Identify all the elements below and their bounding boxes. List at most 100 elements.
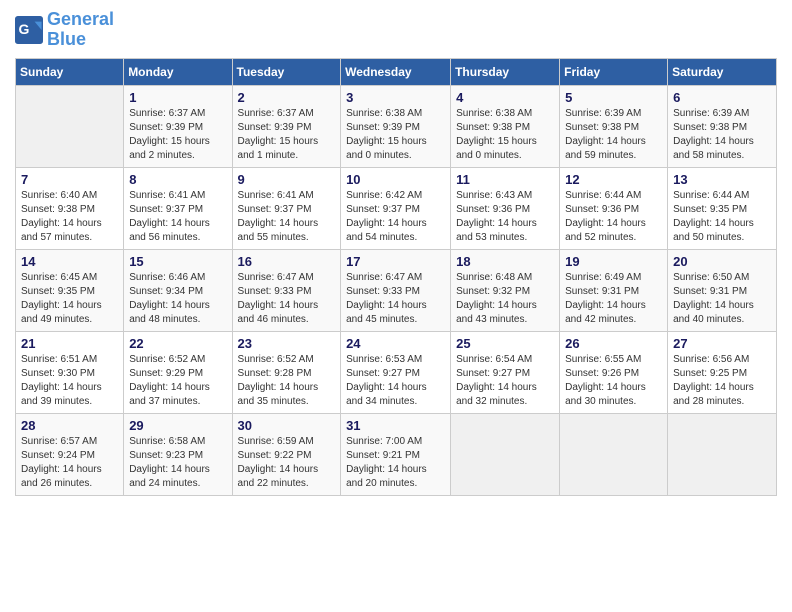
calendar-cell: 15 Sunrise: 6:46 AMSunset: 9:34 PMDayligh… [124, 249, 232, 331]
calendar-cell: 13 Sunrise: 6:44 AMSunset: 9:35 PMDayligh… [668, 167, 777, 249]
day-number: 11 [456, 172, 554, 187]
calendar-cell: 22 Sunrise: 6:52 AMSunset: 9:29 PMDayligh… [124, 331, 232, 413]
calendar-cell: 8 Sunrise: 6:41 AMSunset: 9:37 PMDaylight… [124, 167, 232, 249]
day-info: Sunrise: 6:43 AMSunset: 9:36 PMDaylight:… [456, 189, 554, 245]
calendar-cell: 5Sunrise: 6:39 AMSunset: 9:38 PMDaylight… [560, 85, 668, 167]
day-number: 14 [21, 254, 118, 269]
page-header: G GeneralBlue [15, 10, 777, 50]
day-number: 31 [346, 418, 445, 433]
day-info: Sunrise: 6:56 AMSunset: 9:25 PMDaylight:… [673, 353, 771, 409]
calendar-cell: 18Sunrise: 6:48 AMSunset: 9:32 PMDayligh… [451, 249, 560, 331]
svg-text:G: G [19, 21, 30, 37]
day-info: Sunrise: 6:37 AMSunset: 9:39 PMDaylight:… [238, 107, 336, 163]
day-number: 12 [565, 172, 662, 187]
day-number: 28 [21, 418, 118, 433]
day-info: Sunrise: 6:38 AMSunset: 9:39 PMDaylight:… [346, 107, 445, 163]
day-number: 17 [346, 254, 445, 269]
logo: G GeneralBlue [15, 10, 114, 50]
logo-icon: G [15, 16, 43, 44]
calendar-cell: 11 Sunrise: 6:43 AMSunset: 9:36 PMDayligh… [451, 167, 560, 249]
day-info: Sunrise: 6:44 AMSunset: 9:36 PMDaylight:… [565, 189, 662, 245]
calendar-cell: 2 Sunrise: 6:37 AMSunset: 9:39 PMDaylight… [232, 85, 341, 167]
day-info: Sunrise: 6:46 AMSunset: 9:34 PMDaylight:… [129, 271, 226, 327]
day-number: 21 [21, 336, 118, 351]
day-number: 10 [346, 172, 445, 187]
calendar-cell: 9 Sunrise: 6:41 AMSunset: 9:37 PMDaylight… [232, 167, 341, 249]
calendar-cell: 24 Sunrise: 6:53 AMSunset: 9:27 PMDayligh… [341, 331, 451, 413]
day-number: 20 [673, 254, 771, 269]
calendar-cell [668, 413, 777, 495]
day-header-thursday: Thursday [451, 58, 560, 85]
calendar-cell: 25Sunrise: 6:54 AMSunset: 9:27 PMDayligh… [451, 331, 560, 413]
calendar-cell [16, 85, 124, 167]
day-number: 3 [346, 90, 445, 105]
calendar-cell: 17 Sunrise: 6:47 AMSunset: 9:33 PMDayligh… [341, 249, 451, 331]
calendar-cell: 20Sunrise: 6:50 AMSunset: 9:31 PMDayligh… [668, 249, 777, 331]
day-number: 1 [129, 90, 226, 105]
day-info: Sunrise: 6:47 AMSunset: 9:33 PMDaylight:… [346, 271, 445, 327]
calendar-cell: 1 Sunrise: 6:37 AMSunset: 9:39 PMDaylight… [124, 85, 232, 167]
day-number: 4 [456, 90, 554, 105]
calendar-cell: 19 Sunrise: 6:49 AMSunset: 9:31 PMDayligh… [560, 249, 668, 331]
calendar-cell: 6 Sunrise: 6:39 AMSunset: 9:38 PMDaylight… [668, 85, 777, 167]
day-number: 13 [673, 172, 771, 187]
day-header-tuesday: Tuesday [232, 58, 341, 85]
day-info: Sunrise: 6:59 AMSunset: 9:22 PMDaylight:… [238, 435, 336, 491]
day-header-wednesday: Wednesday [341, 58, 451, 85]
day-header-monday: Monday [124, 58, 232, 85]
calendar-cell: 3 Sunrise: 6:38 AMSunset: 9:39 PMDaylight… [341, 85, 451, 167]
day-info: Sunrise: 6:55 AMSunset: 9:26 PMDaylight:… [565, 353, 662, 409]
logo-text: GeneralBlue [47, 10, 114, 50]
calendar-cell: 7Sunrise: 6:40 AMSunset: 9:38 PMDaylight… [16, 167, 124, 249]
day-info: Sunrise: 6:49 AMSunset: 9:31 PMDaylight:… [565, 271, 662, 327]
calendar-cell: 26Sunrise: 6:55 AMSunset: 9:26 PMDayligh… [560, 331, 668, 413]
calendar-cell: 28 Sunrise: 6:57 AMSunset: 9:24 PMDayligh… [16, 413, 124, 495]
day-info: Sunrise: 6:37 AMSunset: 9:39 PMDaylight:… [129, 107, 226, 163]
day-number: 30 [238, 418, 336, 433]
day-info: Sunrise: 6:51 AMSunset: 9:30 PMDaylight:… [21, 353, 118, 409]
day-header-friday: Friday [560, 58, 668, 85]
day-number: 2 [238, 90, 336, 105]
day-number: 6 [673, 90, 771, 105]
calendar-table: SundayMondayTuesdayWednesdayThursdayFrid… [15, 58, 777, 496]
calendar-cell: 21 Sunrise: 6:51 AMSunset: 9:30 PMDayligh… [16, 331, 124, 413]
calendar-cell: 29 Sunrise: 6:58 AMSunset: 9:23 PMDayligh… [124, 413, 232, 495]
day-info: Sunrise: 6:57 AMSunset: 9:24 PMDaylight:… [21, 435, 118, 491]
calendar-cell: 30 Sunrise: 6:59 AMSunset: 9:22 PMDayligh… [232, 413, 341, 495]
day-number: 16 [238, 254, 336, 269]
day-number: 7 [21, 172, 118, 187]
day-info: Sunrise: 6:47 AMSunset: 9:33 PMDaylight:… [238, 271, 336, 327]
day-info: Sunrise: 6:39 AMSunset: 9:38 PMDaylight:… [673, 107, 771, 163]
day-header-saturday: Saturday [668, 58, 777, 85]
day-info: Sunrise: 7:00 AMSunset: 9:21 PMDaylight:… [346, 435, 445, 491]
calendar-cell: 10 Sunrise: 6:42 AMSunset: 9:37 PMDayligh… [341, 167, 451, 249]
calendar-cell [451, 413, 560, 495]
day-info: Sunrise: 6:41 AMSunset: 9:37 PMDaylight:… [238, 189, 336, 245]
day-number: 25 [456, 336, 554, 351]
calendar-cell: 14 Sunrise: 6:45 AMSunset: 9:35 PMDayligh… [16, 249, 124, 331]
day-number: 29 [129, 418, 226, 433]
day-number: 19 [565, 254, 662, 269]
day-number: 27 [673, 336, 771, 351]
calendar-cell: 16 Sunrise: 6:47 AMSunset: 9:33 PMDayligh… [232, 249, 341, 331]
calendar-cell: 31 Sunrise: 7:00 AMSunset: 9:21 PMDayligh… [341, 413, 451, 495]
day-number: 22 [129, 336, 226, 351]
day-info: Sunrise: 6:39 AMSunset: 9:38 PMDaylight:… [565, 107, 662, 163]
day-info: Sunrise: 6:48 AMSunset: 9:32 PMDaylight:… [456, 271, 554, 327]
day-info: Sunrise: 6:41 AMSunset: 9:37 PMDaylight:… [129, 189, 226, 245]
day-number: 8 [129, 172, 226, 187]
day-info: Sunrise: 6:44 AMSunset: 9:35 PMDaylight:… [673, 189, 771, 245]
day-number: 24 [346, 336, 445, 351]
day-info: Sunrise: 6:45 AMSunset: 9:35 PMDaylight:… [21, 271, 118, 327]
day-info: Sunrise: 6:58 AMSunset: 9:23 PMDaylight:… [129, 435, 226, 491]
day-number: 23 [238, 336, 336, 351]
calendar-cell: 4 Sunrise: 6:38 AMSunset: 9:38 PMDaylight… [451, 85, 560, 167]
day-info: Sunrise: 6:53 AMSunset: 9:27 PMDaylight:… [346, 353, 445, 409]
day-info: Sunrise: 6:42 AMSunset: 9:37 PMDaylight:… [346, 189, 445, 245]
day-info: Sunrise: 6:52 AMSunset: 9:28 PMDaylight:… [238, 353, 336, 409]
day-number: 9 [238, 172, 336, 187]
day-info: Sunrise: 6:38 AMSunset: 9:38 PMDaylight:… [456, 107, 554, 163]
calendar-cell: 27 Sunrise: 6:56 AMSunset: 9:25 PMDayligh… [668, 331, 777, 413]
day-number: 15 [129, 254, 226, 269]
day-info: Sunrise: 6:52 AMSunset: 9:29 PMDaylight:… [129, 353, 226, 409]
